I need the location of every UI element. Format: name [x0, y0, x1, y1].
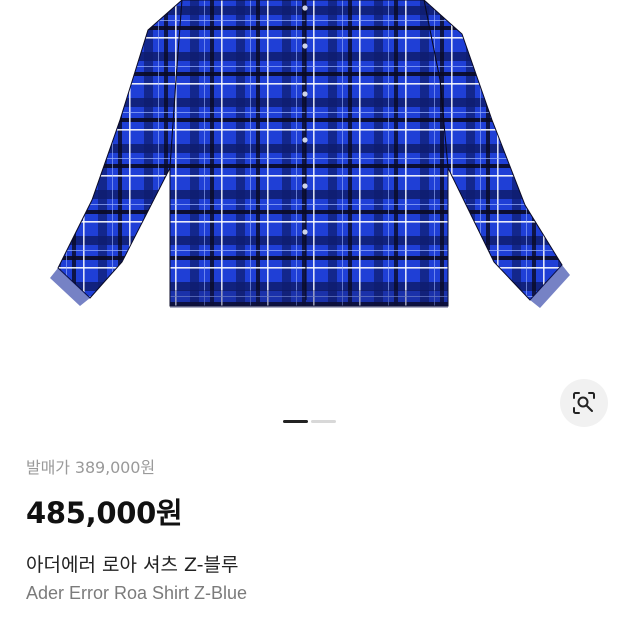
release-price: 389,000원 — [74, 458, 155, 477]
image-pager — [283, 420, 336, 423]
current-price: 485,000원 — [26, 496, 183, 530]
image-search-button[interactable] — [560, 379, 608, 427]
pager-dot[interactable] — [311, 420, 336, 423]
release-price-label: 발매가 — [26, 458, 70, 477]
plaid-shirt-image — [50, 0, 570, 308]
product-image-area[interactable] — [0, 0, 620, 440]
product-title-ko: 아더에러 로아 셔츠 Z-블루 — [26, 554, 239, 576]
release-price-line: 발매가 389,000원 — [26, 454, 600, 478]
pager-dot-active[interactable] — [283, 420, 308, 423]
cut-off-text — [26, 616, 600, 626]
image-search-icon — [573, 392, 595, 414]
product-info: 발매가 389,000원 485,000원 아더에러 로아 셔츠 Z-블루 Ade… — [26, 454, 600, 626]
product-title-en: Ader Error Roa Shirt Z-Blue — [26, 583, 248, 603]
